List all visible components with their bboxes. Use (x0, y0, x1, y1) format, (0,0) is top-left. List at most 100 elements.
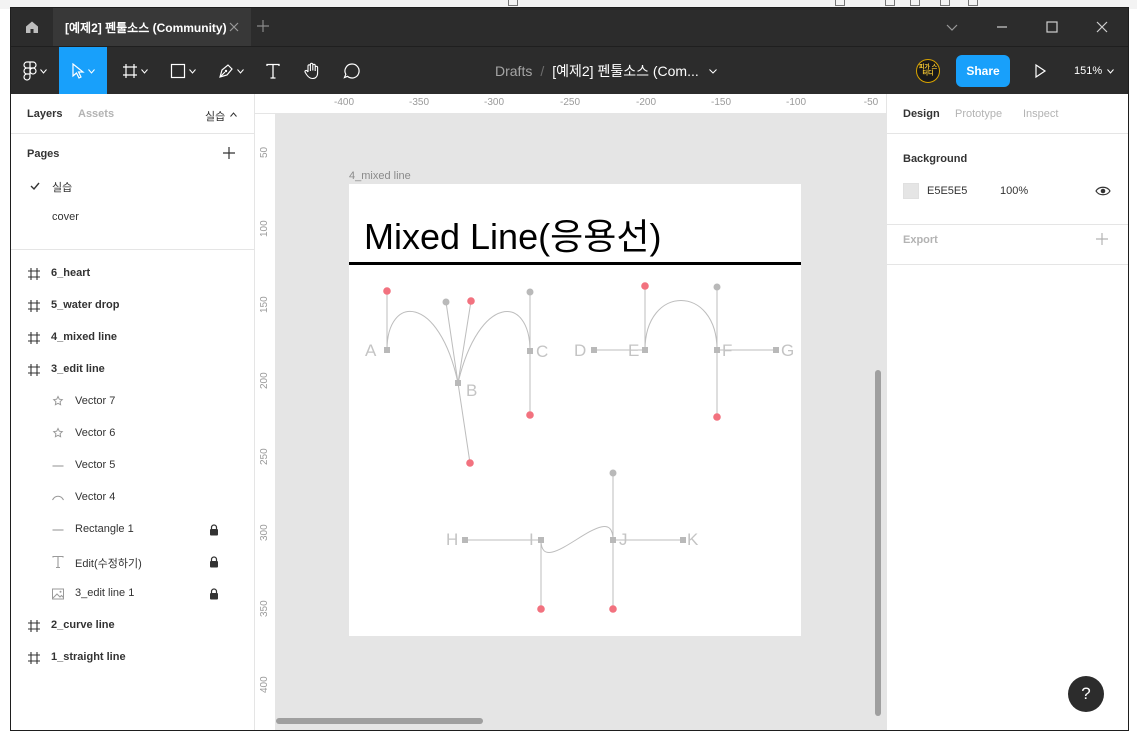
shape-tool-button[interactable] (163, 47, 203, 95)
layer-name: 2_curve line (51, 619, 115, 631)
frame-4-mixed-line[interactable]: Mixed Line(응용선) A B C D E F G H I J K (349, 184, 801, 636)
page-item-label: cover (52, 211, 79, 223)
point-label: J (619, 530, 628, 549)
chevron-down-icon (141, 68, 148, 74)
frame-icon (28, 620, 40, 632)
layer-row[interactable]: 4_mixed line (11, 322, 254, 354)
background-title: Background (903, 153, 968, 165)
play-icon[interactable] (1030, 61, 1050, 81)
layer-name: 3_edit line (51, 363, 105, 375)
point-label: B (466, 381, 477, 400)
hand-tool-button[interactable] (297, 47, 327, 95)
layer-row[interactable]: Vector 7 (11, 386, 254, 418)
pages-title: Pages (27, 148, 60, 160)
avatar[interactable]: 피가 스터디 (916, 59, 940, 83)
star-icon (52, 395, 64, 406)
anchor-k (680, 537, 686, 543)
pen-tool-button[interactable] (211, 47, 251, 95)
frame-icon (123, 64, 137, 78)
properties-panel: Design Prototype Inspect Background E5E5… (886, 94, 1128, 730)
tab-design[interactable]: Design (903, 108, 940, 120)
layer-row[interactable]: 1_straight line (11, 642, 254, 674)
lock-icon[interactable] (209, 588, 219, 600)
lock-icon[interactable] (209, 524, 219, 536)
layer-row[interactable]: Vector 6 (11, 418, 254, 450)
layer-name: 3_edit line 1 (75, 587, 135, 599)
chevron-down-icon[interactable] (944, 19, 960, 35)
point-label: A (365, 341, 377, 360)
tab-layers[interactable]: Layers (27, 108, 62, 120)
tab-prototype[interactable]: Prototype (955, 108, 1002, 120)
breadcrumb-drafts[interactable]: Drafts (495, 63, 532, 79)
close-window-icon[interactable] (1094, 19, 1110, 35)
tab-inspect[interactable]: Inspect (1023, 108, 1058, 120)
layer-row[interactable]: Edit(수정하기) (11, 546, 254, 578)
maximize-icon[interactable] (1044, 19, 1060, 35)
share-button[interactable]: Share (956, 55, 1010, 87)
canvas[interactable]: -400 -350 -300 -250 -200 -150 -100 -50 50 100 150… (255, 94, 886, 730)
main-menu-button[interactable] (11, 47, 59, 95)
chevron-up-icon[interactable] (230, 112, 237, 117)
add-export-icon[interactable] (1095, 232, 1109, 246)
layer-row[interactable]: Rectangle 1 (11, 514, 254, 546)
cursor-icon (72, 63, 85, 79)
screen: [예제2] 펜툴소스 (Community) Drafts / [예제2] 펜툴… (0, 0, 1137, 744)
help-button[interactable]: ? (1068, 676, 1104, 712)
home-button[interactable] (11, 8, 53, 46)
layer-row[interactable]: 2_curve line (11, 610, 254, 642)
background-color-swatch[interactable] (903, 183, 919, 199)
point-label: H (446, 530, 458, 549)
point-labels: A B C D E F G H I J K (365, 341, 794, 549)
ruler-tick: -350 (408, 97, 430, 108)
layer-row[interactable]: 5_water drop (11, 290, 254, 322)
add-page-icon[interactable] (222, 146, 236, 160)
horizontal-scrollbar[interactable] (276, 718, 483, 724)
ruler-tick: -50 (863, 97, 879, 108)
anchor-f (714, 347, 720, 353)
new-tab-icon[interactable] (255, 18, 271, 34)
handle-red (537, 605, 545, 613)
text-tool-button[interactable] (259, 47, 287, 95)
text-icon (52, 555, 64, 569)
ruler-tick: 100 (259, 220, 270, 237)
handle-line (445, 301, 459, 384)
current-page-label[interactable]: 실습 (205, 108, 225, 124)
home-icon (26, 21, 38, 33)
page-item[interactable]: cover (11, 202, 254, 234)
text-icon (266, 63, 280, 79)
handle-red (641, 282, 649, 290)
move-tool-button[interactable] (59, 47, 107, 95)
frame-label[interactable]: 4_mixed line (349, 170, 411, 182)
anchor-e (642, 347, 648, 353)
divider (887, 224, 1128, 225)
close-tab-icon[interactable] (227, 20, 241, 34)
layer-name: Vector 4 (75, 491, 116, 503)
layer-name: Vector 6 (75, 427, 116, 439)
page-item[interactable]: 실습 (11, 170, 254, 202)
ruler-tick: 400 (259, 676, 270, 693)
background-hex-input[interactable]: E5E5E5 (927, 185, 967, 197)
background-opacity-input[interactable]: 100% (1000, 185, 1028, 197)
minimize-icon[interactable] (994, 19, 1010, 35)
tab-assets[interactable]: Assets (78, 108, 114, 120)
eye-icon[interactable] (1095, 184, 1111, 198)
lock-icon[interactable] (209, 556, 219, 568)
comment-tool-button[interactable] (337, 47, 367, 95)
chevron-down-icon[interactable] (708, 68, 717, 74)
file-tab[interactable]: [예제2] 펜툴소스 (Community) (53, 8, 251, 46)
layer-row[interactable]: Vector 4 (11, 482, 254, 514)
layers-panel: Layers Assets 실습 Pages 실습 cover 6_heart 5_… (11, 94, 255, 730)
anchor-h (462, 537, 468, 543)
vertical-scrollbar[interactable] (875, 370, 881, 716)
background-icon (910, 0, 920, 6)
anchor-i (538, 537, 544, 543)
frame-tool-button[interactable] (115, 47, 155, 95)
layer-row[interactable]: 3_edit line (11, 354, 254, 386)
layer-row[interactable]: 3_edit line 1 (11, 578, 254, 610)
layer-row[interactable]: 6_heart (11, 258, 254, 290)
curve-i-j (540, 526, 614, 553)
file-name[interactable]: [예제2] 펜툴소스 (Com... (552, 61, 699, 81)
title-bar: [예제2] 펜툴소스 (Community) (11, 8, 1128, 46)
zoom-dropdown[interactable]: 151% (1074, 47, 1115, 95)
layer-row[interactable]: Vector 5 (11, 450, 254, 482)
